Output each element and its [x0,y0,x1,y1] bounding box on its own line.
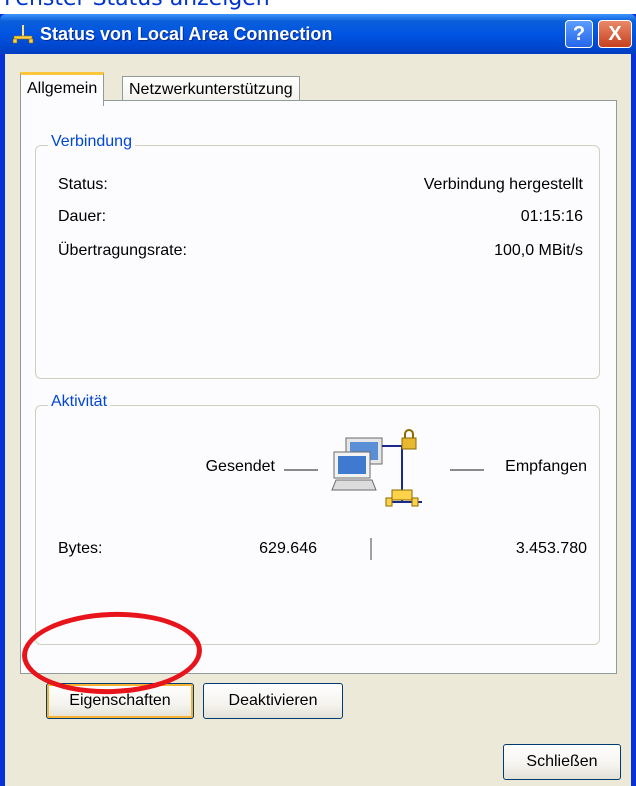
transfer-rate-label: Übertragungsrate: [58,242,187,259]
sent-line [284,469,318,471]
tab-allgemein[interactable]: Allgemein [20,72,105,106]
connection-group: Verbindung Status: Verbindung hergestell… [35,133,600,379]
close-button[interactable]: Schließen [503,744,621,780]
network-activity-icon [331,429,422,507]
bytes-divider [370,538,372,560]
duration-label: Dauer: [58,208,107,225]
activity-group-title: Aktivität [48,393,111,411]
received-label: Empfangen [505,458,587,475]
disable-button[interactable]: Deaktivieren [203,683,343,719]
close-window-button[interactable]: X [598,20,632,48]
bytes-label: Bytes: [58,540,103,557]
received-line [450,469,484,471]
sent-label: Gesendet [205,458,275,475]
connection-group-title: Verbindung [48,133,135,151]
window-title: Status von Local Area Connection [40,24,333,44]
bytes-sent-value: 629.646 [259,540,317,557]
status-value: Verbindung hergestellt [423,176,583,193]
transfer-rate-value: 100,0 MBit/s [494,242,583,259]
duration-value: 01:15:16 [520,208,583,225]
tab-panel-allgemein: Verbindung Status: Verbindung hergestell… [20,100,617,719]
background-caption-text: Fenster Status anzeigen [4,0,636,10]
activity-group: Aktivität Gesendet Empfangen Bytes: 629.… [35,393,600,645]
network-connection-icon [12,25,34,44]
help-button[interactable]: ? [565,20,593,48]
bytes-received-value: 3.453.780 [515,540,587,557]
title-bar[interactable]: Status von Local Area Connection ? X [0,14,636,54]
status-label: Status: [58,176,108,193]
